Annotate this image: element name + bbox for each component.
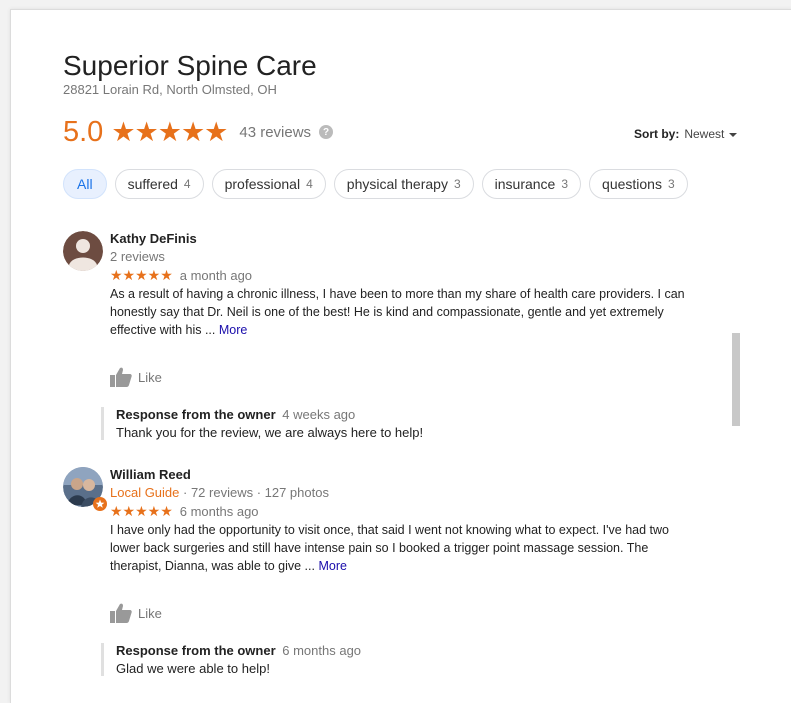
reviewer-name[interactable]: William Reed — [110, 467, 191, 482]
response-title: Response from the owner — [116, 643, 276, 658]
sort-dropdown[interactable]: Sort by: Newest — [634, 127, 738, 141]
help-icon[interactable]: ? — [319, 125, 334, 139]
reviewer-meta: 2 reviews — [110, 249, 165, 264]
filter-chip-count: 3 — [667, 177, 675, 191]
filter-chip-label: professional — [224, 176, 301, 192]
review-rating: ★★★★★ 6 months ago — [110, 503, 259, 520]
review-stars: ★★★★★ — [110, 503, 173, 519]
like-label: Like — [138, 605, 162, 621]
filter-chip-count: 4 — [183, 177, 191, 191]
response-title: Response from the owner — [116, 407, 276, 422]
thumbs-up-icon — [110, 603, 132, 623]
review-item: William Reed Local Guide · 72 reviews · … — [63, 467, 703, 682]
review-date: a month ago — [179, 268, 253, 283]
owner-response: Response from the owner 6 months ago Gla… — [101, 643, 676, 676]
rating-value: 5.0 — [63, 115, 104, 148]
topic-filters: All suffered 4 professional 4 physical t… — [63, 169, 696, 199]
review-text-content: I have only had the opportunity to visit… — [110, 523, 669, 573]
review-item: Kathy DeFinis 2 reviews ★★★★★ a month ag… — [63, 231, 703, 446]
business-address: 28821 Lorain Rd, North Olmsted, OH — [63, 82, 277, 97]
reviewer-name[interactable]: Kathy DeFinis — [110, 231, 197, 246]
like-label: Like — [138, 369, 162, 385]
filter-chip-label: insurance — [494, 176, 556, 192]
filter-chip-label: All — [77, 176, 93, 192]
rating-summary: 5.0 ★★★★★ 43 reviews ? — [63, 114, 334, 150]
like-button[interactable]: Like — [110, 603, 162, 623]
owner-response: Response from the owner 4 weeks ago Than… — [101, 407, 676, 440]
filter-chip-count: 4 — [306, 177, 313, 191]
response-header: Response from the owner 4 weeks ago — [116, 407, 676, 422]
rating-stars: ★★★★★ — [111, 116, 228, 147]
filter-chip-label: physical therapy — [346, 176, 448, 192]
sort-value: Newest — [684, 127, 725, 141]
sort-label: Sort by: — [634, 127, 680, 141]
response-date: 6 months ago — [282, 643, 362, 658]
chevron-down-icon — [729, 133, 738, 137]
local-guide-label: Local Guide — [110, 485, 180, 500]
reviewer-stats: · 72 reviews · 127 photos — [179, 485, 329, 500]
business-name: Superior Spine Care — [63, 50, 317, 81]
review-text: I have only had the opportunity to visit… — [110, 521, 700, 575]
filter-chip-insurance[interactable]: insurance 3 — [481, 169, 582, 199]
review-stars: ★★★★★ — [110, 267, 173, 283]
filter-chip-label: suffered — [127, 176, 178, 192]
filter-chip-professional[interactable]: professional 4 — [211, 169, 326, 199]
reviewer-meta: Local Guide · 72 reviews · 127 photos — [110, 485, 329, 500]
scrollbar-thumb[interactable] — [732, 333, 740, 426]
filter-chip-questions[interactable]: questions 3 — [589, 169, 688, 199]
avatar[interactable] — [63, 231, 103, 271]
filter-chip-physical-therapy[interactable]: physical therapy 3 — [333, 169, 474, 199]
filter-chip-count: 3 — [453, 177, 461, 191]
more-link[interactable]: More — [318, 559, 346, 573]
review-count[interactable]: 43 reviews — [239, 124, 311, 141]
thumbs-up-icon — [110, 367, 132, 387]
reviews-panel: Superior Spine Care 28821 Lorain Rd, Nor… — [10, 9, 791, 703]
like-button[interactable]: Like — [110, 367, 162, 387]
filter-chip-all[interactable]: All — [63, 169, 107, 199]
more-link[interactable]: More — [219, 323, 247, 337]
review-text: As a result of having a chronic illness,… — [110, 285, 700, 339]
review-text-content: As a result of having a chronic illness,… — [110, 287, 685, 337]
review-date: 6 months ago — [179, 504, 259, 519]
review-rating: ★★★★★ a month ago — [110, 267, 252, 284]
response-text: Glad we were able to help! — [116, 661, 270, 676]
response-text: Thank you for the review, we are always … — [116, 425, 424, 440]
local-guide-badge-icon — [93, 497, 107, 511]
response-header: Response from the owner 6 months ago — [116, 643, 676, 658]
filter-chip-label: questions — [602, 176, 662, 192]
response-date: 4 weeks ago — [282, 407, 356, 422]
filter-chip-suffered[interactable]: suffered 4 — [114, 169, 204, 199]
filter-chip-count: 3 — [561, 177, 569, 191]
